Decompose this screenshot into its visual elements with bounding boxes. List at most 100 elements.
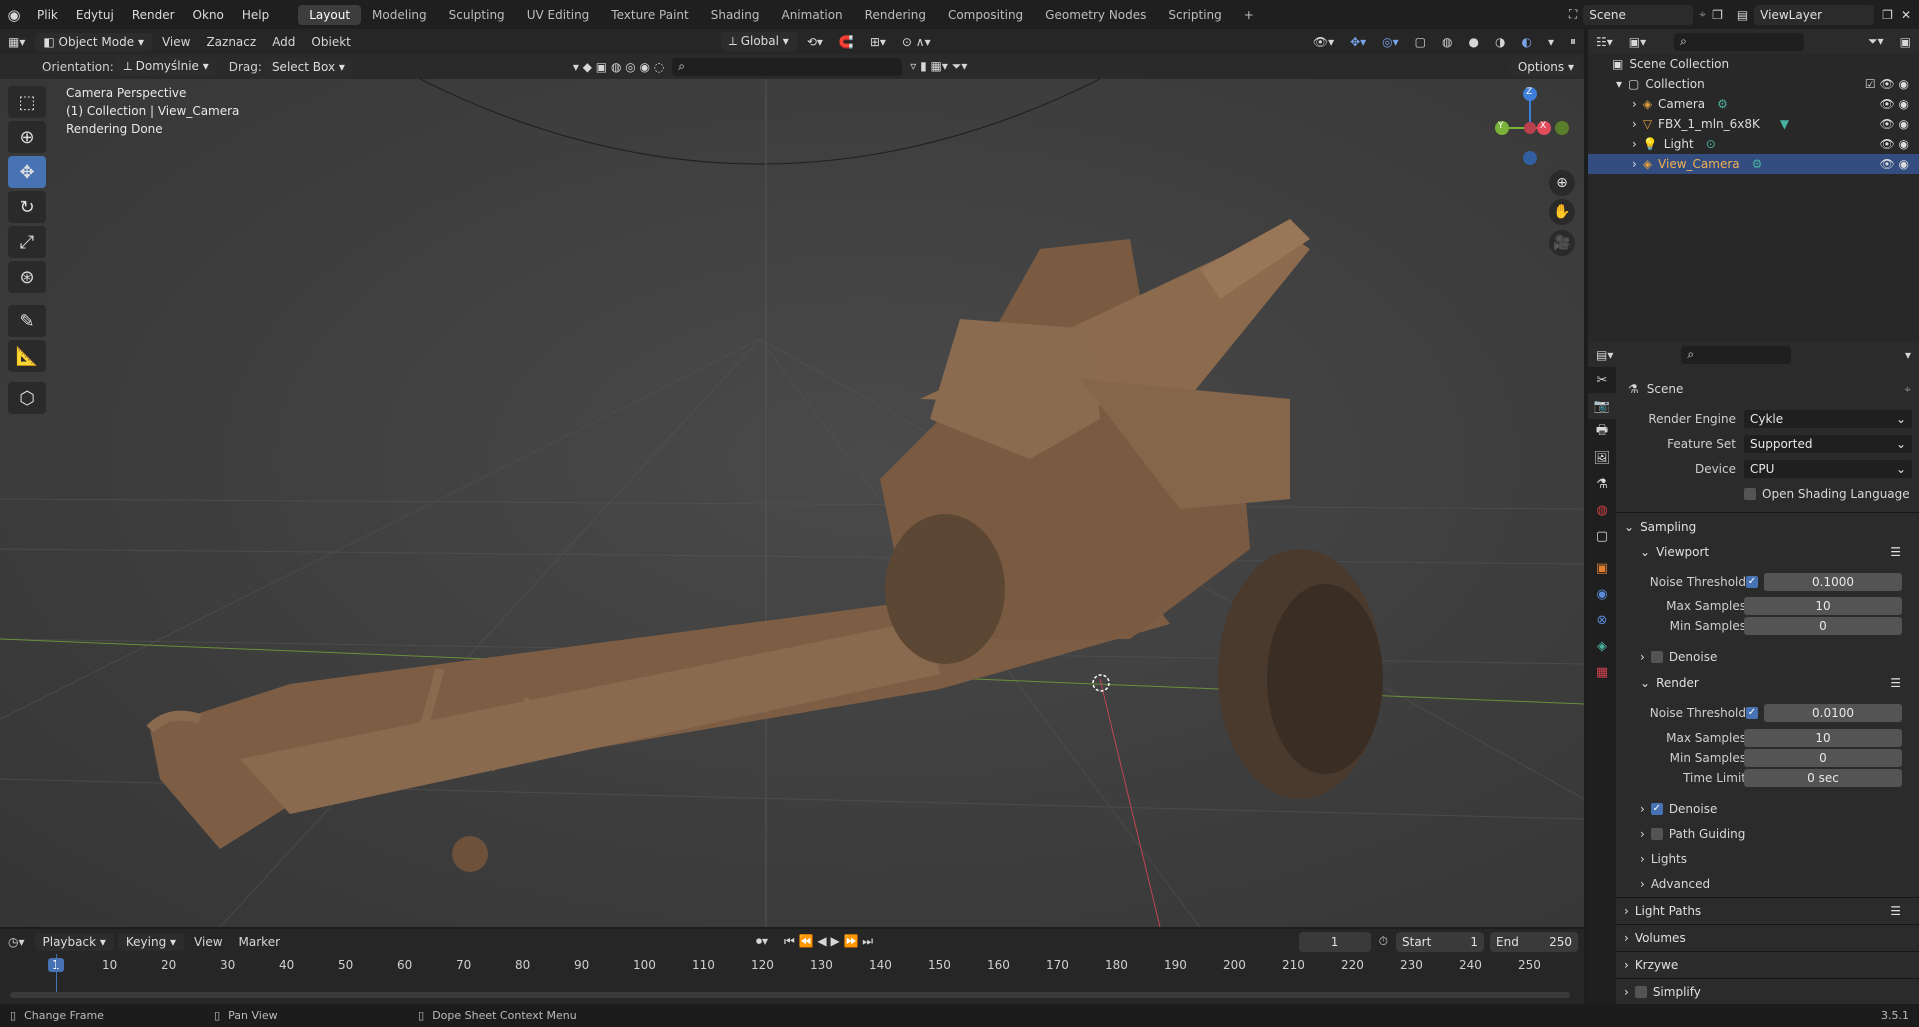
render-subpanel-header[interactable]: ⌄ Render ☰ — [1616, 673, 1919, 693]
keying-dropdown[interactable]: Keying ▾ — [117, 932, 185, 951]
volumes-panel[interactable]: › Volumes — [1616, 928, 1919, 948]
constraints-tab-icon[interactable]: ⊗ — [1588, 607, 1616, 633]
device-dropdown[interactable]: CPU ⌄ — [1744, 460, 1912, 478]
light-visibility-icons[interactable]: 👁 ◉ — [1879, 137, 1909, 151]
scene-field[interactable]: Scene — [1583, 4, 1694, 25]
3d-viewport[interactable] — [0, 79, 1584, 927]
snap-icon[interactable]: 🧲 — [831, 33, 862, 51]
tab-layout[interactable]: Layout — [298, 4, 362, 25]
properties-search-input[interactable]: ⌕ — [1681, 345, 1792, 364]
viewport-subpanel-header[interactable]: ⌄ Viewport ☰ — [1616, 542, 1919, 562]
playback-controls[interactable]: ⏮ ⏪ ◀ ▶ ⏩ ⏭ — [776, 932, 881, 951]
simplify-panel[interactable]: › Simplify — [1616, 982, 1919, 1002]
presets-list-icon[interactable]: ☰ — [1890, 904, 1901, 918]
move-icon[interactable]: ✥ — [8, 156, 46, 188]
view-camera-visibility-icons[interactable]: 👁 ◉ — [1879, 157, 1909, 171]
outliner-item-camera[interactable]: › ◈ Camera ⚙ 👁 ◉ — [1588, 94, 1919, 114]
filter-types-icon[interactable]: ▾ ◆ ▣ ◍ ◎ ◉ ◌ — [565, 58, 672, 76]
mode-dropdown[interactable]: ◧ Object Mode ▾ — [35, 32, 152, 51]
pause-render-icon[interactable]: ⏸ — [1562, 32, 1584, 51]
frame-ruler[interactable]: 1102030405060708090100110120130140150160… — [0, 958, 1584, 976]
pan-hand-icon[interactable]: ✋ — [1549, 199, 1575, 225]
camera-visibility-icons[interactable]: 👁 ◉ — [1879, 97, 1909, 111]
filter-icon[interactable]: ⏷▾ — [1860, 32, 1892, 51]
camera-view-icon[interactable]: 🎥 — [1549, 230, 1575, 256]
feature-set-dropdown[interactable]: Supported ⌄ — [1744, 435, 1912, 453]
output-tab-icon[interactable]: 🖶 — [1588, 419, 1616, 445]
tab-rendering[interactable]: Rendering — [854, 5, 937, 25]
collection-visibility-icons[interactable]: ☑ 👁 ◉ — [1865, 77, 1909, 91]
expand-icon[interactable]: › — [1632, 117, 1637, 131]
vp-noise-threshold-field[interactable]: 0.1000 — [1764, 573, 1902, 591]
object-tab-icon[interactable]: ▣ — [1588, 555, 1616, 581]
tab-scripting[interactable]: Scripting — [1157, 5, 1232, 25]
xray-icon[interactable]: ▢ — [1407, 33, 1434, 51]
shading-solid-icon[interactable]: ● — [1461, 33, 1487, 51]
world-tab-icon[interactable]: ◍ — [1588, 497, 1616, 523]
r-denoise-subpanel[interactable]: › ✓ Denoise — [1616, 799, 1919, 819]
tab-modeling[interactable]: Modeling — [361, 5, 438, 25]
new-collection-icon[interactable]: ▣ — [1892, 33, 1919, 51]
viewport-search-input[interactable]: ⌕ — [672, 57, 903, 76]
path-guiding-checkbox[interactable] — [1650, 828, 1663, 840]
tab-compositing[interactable]: Compositing — [937, 5, 1034, 25]
menu-edit[interactable]: Edytuj — [67, 8, 123, 22]
pivot-icon[interactable]: ⟲▾ — [799, 33, 831, 51]
playback-dropdown[interactable]: Playback ▾ — [34, 932, 114, 951]
tool-tab-icon[interactable]: ✂ — [1588, 367, 1616, 393]
properties-editor-icon[interactable]: ▤▾ — [1588, 346, 1621, 364]
physics-tab-icon[interactable]: ◉ — [1588, 581, 1616, 607]
time-limit-field[interactable]: 0 sec — [1744, 769, 1902, 787]
timeline-area[interactable]: 1102030405060708090100110120130140150160… — [0, 954, 1584, 1004]
remove-viewlayer-icon[interactable]: ✕ — [1901, 8, 1911, 22]
properties-options-icon[interactable]: ▾ — [1897, 346, 1919, 364]
r-denoise-checkbox[interactable]: ✓ — [1650, 803, 1663, 815]
render-engine-dropdown[interactable]: Cykle ⌄ — [1744, 410, 1912, 428]
r-min-samples-field[interactable]: 0 — [1744, 749, 1902, 767]
view-layer-tab-icon[interactable]: 🖼 — [1588, 445, 1616, 471]
editor-type-icon[interactable]: ▦▾ — [0, 33, 33, 51]
end-frame-field[interactable]: End 250 — [1490, 931, 1578, 952]
expand-icon[interactable]: › — [1632, 97, 1637, 111]
annotate-icon[interactable]: ✎ — [8, 305, 46, 337]
menu-select[interactable]: Zaznacz — [198, 33, 264, 51]
shading-wireframe-icon[interactable]: ◍ — [1434, 33, 1460, 51]
orientation-dropdown[interactable]: ⟂ Domyślnie ▾ — [115, 57, 217, 76]
advanced-subpanel[interactable]: › Advanced — [1616, 874, 1919, 894]
menu-window[interactable]: Okno — [184, 8, 233, 22]
sampling-panel-header[interactable]: ⌄ Sampling — [1616, 517, 1919, 537]
scene-collection-row[interactable]: ▣ Scene Collection — [1588, 54, 1919, 74]
drag-dropdown[interactable]: Select Box ▾ — [263, 57, 353, 76]
outliner-search-input[interactable]: ⌕ — [1674, 32, 1805, 51]
data-tab-icon[interactable]: ◈ — [1588, 633, 1616, 659]
collection-tab-icon[interactable]: ▢ — [1588, 523, 1616, 549]
tab-animation[interactable]: Animation — [770, 5, 853, 25]
texture-tab-icon[interactable]: ▦ — [1588, 659, 1616, 685]
current-frame-field[interactable]: 1 — [1298, 931, 1371, 952]
snap-target-icon[interactable]: ⊞▾ — [862, 33, 894, 51]
timeline-editor-icon[interactable]: ◷▾ — [0, 933, 33, 951]
vp-denoise-subpanel[interactable]: › Denoise — [1616, 647, 1919, 667]
gizmo-toggle-icon[interactable]: ✥▾ — [1342, 33, 1374, 51]
preview-range-icon[interactable]: ⏱ — [1371, 932, 1396, 951]
presets-list-icon[interactable]: ☰ — [1890, 545, 1901, 559]
timeline-scrollbar[interactable] — [10, 992, 1570, 998]
add-workspace-icon[interactable]: + — [1233, 5, 1265, 25]
mesh-visibility-icons[interactable]: 👁 ◉ — [1879, 117, 1909, 131]
zoom-icon[interactable]: ⊕ — [1549, 170, 1575, 196]
visibility-icon[interactable]: 👁▾ — [1305, 33, 1342, 51]
outliner-editor-icon[interactable]: ☷▾ — [1588, 33, 1621, 51]
collection-row[interactable]: ▾ ▢ Collection ☑ 👁 ◉ — [1588, 74, 1919, 94]
menu-help[interactable]: Help — [233, 8, 278, 22]
transform-icon[interactable]: ⊛ — [8, 261, 46, 293]
render-tab-icon[interactable]: 📷 — [1588, 393, 1616, 419]
viewlayer-icon[interactable]: ▤ — [1737, 8, 1748, 22]
osl-row[interactable]: Open Shading Language — [1744, 484, 1919, 504]
navigation-gizmo[interactable]: Z Y X — [1490, 86, 1570, 166]
pin-icon[interactable]: ⌖ — [1904, 382, 1911, 397]
r-max-samples-field[interactable]: 10 — [1744, 729, 1902, 747]
outliner-item-light[interactable]: › 💡 Light ⊙ 👁 ◉ — [1588, 134, 1919, 154]
options-dropdown[interactable]: Options ▾ — [1509, 57, 1582, 76]
outliner-item-mesh[interactable]: › ▽ FBX_1_mln_6x8K ▼ 👁 ◉ — [1588, 114, 1919, 134]
rotate-icon[interactable]: ↻ — [8, 191, 46, 223]
